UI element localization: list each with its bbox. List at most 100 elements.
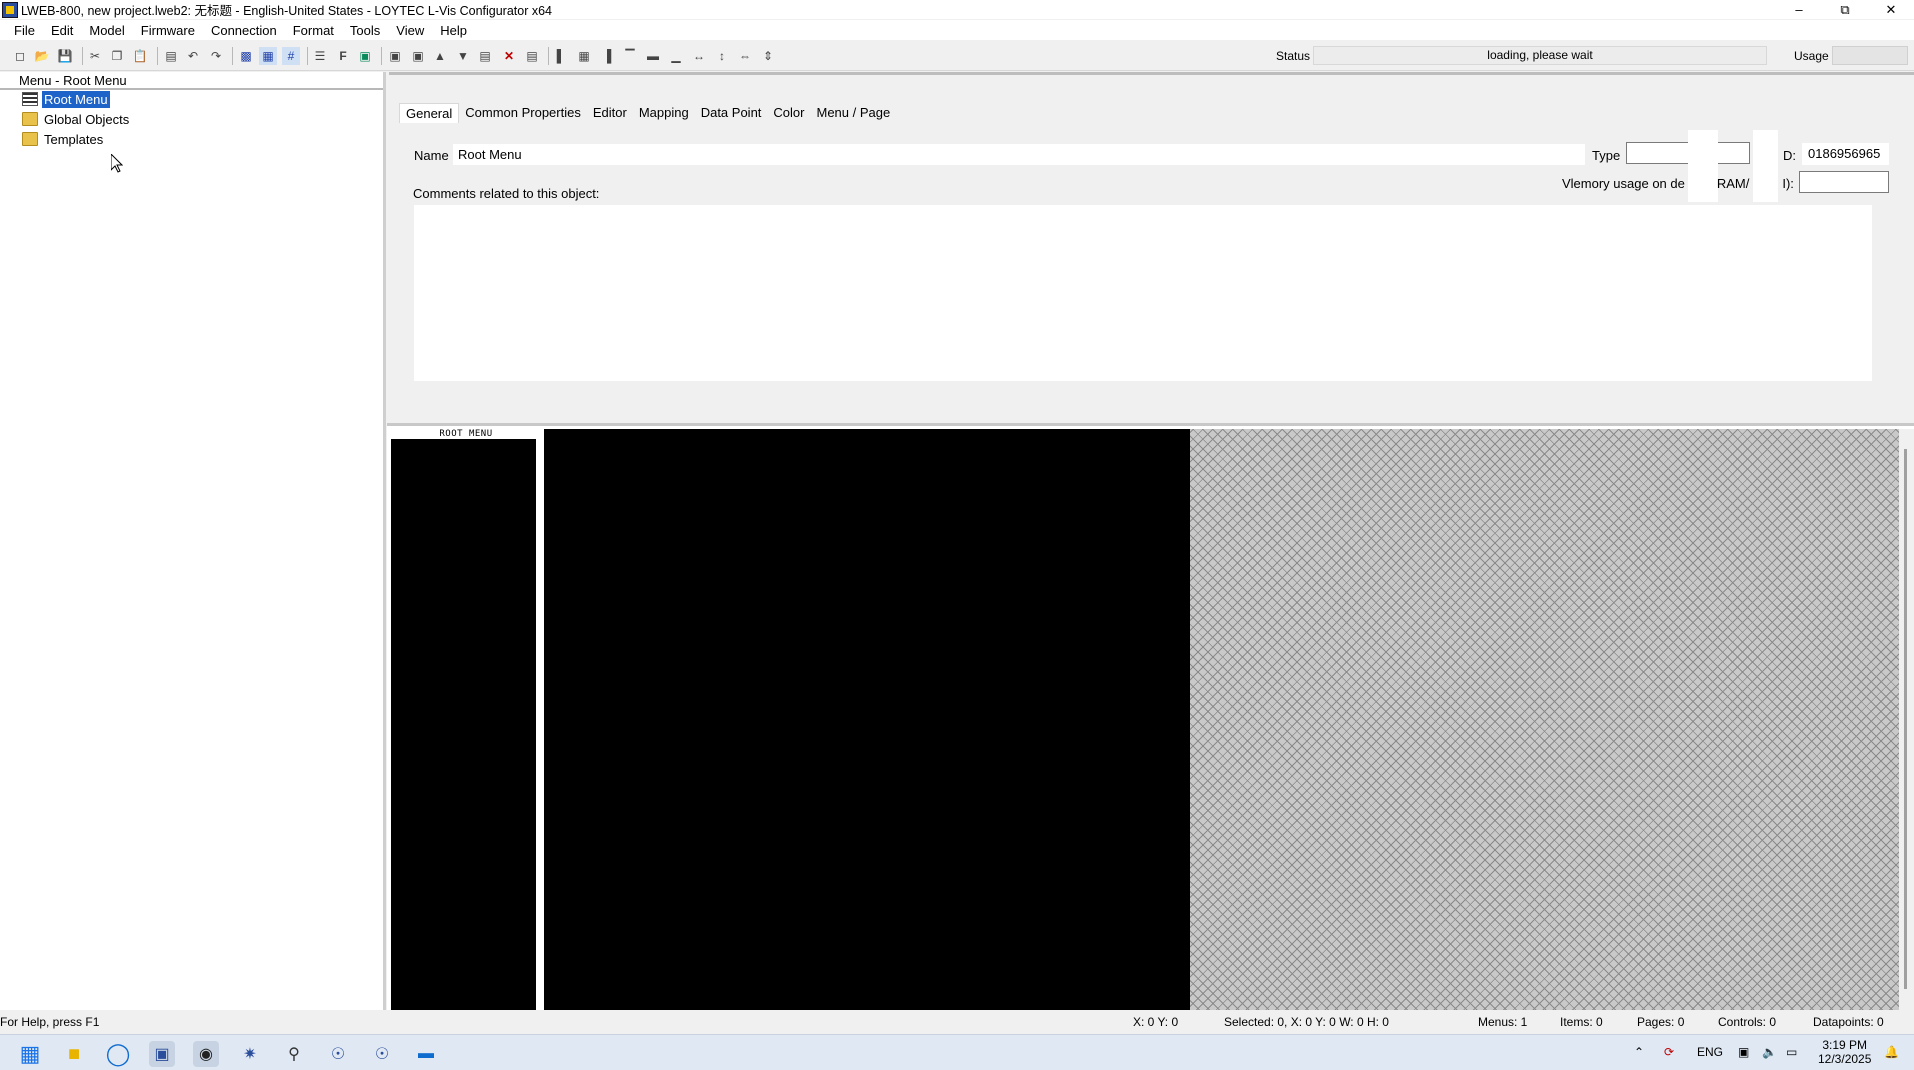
comments-label: Comments related to this object: bbox=[413, 186, 600, 201]
save-icon[interactable]: 💾 bbox=[56, 47, 74, 65]
same-height-icon[interactable]: ↕ bbox=[713, 47, 731, 65]
tray-language[interactable]: ENG bbox=[1697, 1045, 1723, 1059]
network-tool-icon[interactable]: ✷ bbox=[237, 1041, 263, 1067]
id-field[interactable]: 0186956965 bbox=[1802, 143, 1889, 165]
tray-network-icon[interactable]: ▣ bbox=[1738, 1045, 1749, 1059]
same-size-icon[interactable]: ▁ bbox=[667, 47, 685, 65]
align-base-icon[interactable]: ▤ bbox=[476, 47, 494, 65]
menus-count: Menus: 1 bbox=[1478, 1015, 1528, 1029]
menu-help[interactable]: Help bbox=[432, 23, 475, 38]
align-center-icon[interactable]: ▦ bbox=[575, 47, 593, 65]
menu-panel-body[interactable] bbox=[391, 439, 536, 1011]
move-back-icon[interactable]: ▣ bbox=[386, 47, 404, 65]
align-bottom-icon[interactable]: ▤ bbox=[523, 47, 541, 65]
tree-item-global-objects[interactable]: Global Objects bbox=[22, 110, 131, 128]
align-left-icon[interactable]: ▌ bbox=[552, 47, 570, 65]
globe-app-2-icon[interactable]: ☉ bbox=[369, 1041, 395, 1067]
terminal-icon[interactable]: ▬ bbox=[413, 1041, 439, 1067]
close-icon[interactable]: ✕ bbox=[1868, 0, 1914, 19]
controls-count: Controls: 0 bbox=[1718, 1015, 1777, 1029]
notification-icon[interactable]: 🔔 bbox=[1884, 1045, 1899, 1059]
tree-item-templates[interactable]: Templates bbox=[22, 130, 105, 148]
tab-common-properties[interactable]: Common Properties bbox=[459, 103, 587, 123]
font-icon[interactable]: F bbox=[334, 47, 352, 65]
pages-count: Pages: 0 bbox=[1637, 1015, 1685, 1029]
menu-format[interactable]: Format bbox=[285, 23, 342, 38]
align-top-icon[interactable]: ▔ bbox=[621, 47, 639, 65]
move-front-icon[interactable]: ▣ bbox=[409, 47, 427, 65]
menu-file[interactable]: File bbox=[6, 23, 43, 38]
align-menu-icon[interactable]: ☰ bbox=[311, 47, 329, 65]
overlay-mask bbox=[1753, 130, 1778, 202]
new-file-icon[interactable]: ◻ bbox=[11, 47, 29, 65]
copy-icon[interactable]: ❐ bbox=[108, 47, 126, 65]
edge-browser-icon[interactable]: ◯ bbox=[105, 1041, 131, 1067]
tree-item-root-menu[interactable]: Root Menu bbox=[22, 90, 110, 108]
windows-start-icon[interactable]: ▦ bbox=[17, 1041, 43, 1067]
globe-app-icon[interactable]: ☉ bbox=[325, 1041, 351, 1067]
minimize-icon[interactable]: – bbox=[1776, 0, 1822, 19]
tray-volume-icon[interactable]: 🔈 bbox=[1762, 1045, 1777, 1059]
menu-icon bbox=[22, 92, 38, 106]
taskbar-clock[interactable]: 3:19 PM 12/3/2025 bbox=[1818, 1038, 1871, 1066]
image-icon[interactable]: ▣ bbox=[356, 47, 374, 65]
paste-icon[interactable]: 📋 bbox=[131, 47, 149, 65]
paste-special-icon[interactable]: ▤ bbox=[162, 47, 180, 65]
same-width-icon[interactable]: ↔ bbox=[690, 47, 708, 65]
tray-sync-icon[interactable]: ⟳ bbox=[1664, 1045, 1674, 1059]
restore-icon[interactable]: ⧉ bbox=[1822, 0, 1868, 19]
window-title: LWEB-800, new project.lweb2: 无标题 - Engli… bbox=[21, 4, 553, 18]
hash-grid-icon[interactable]: # bbox=[282, 47, 300, 65]
tray-battery-icon[interactable]: ▭ bbox=[1786, 1045, 1797, 1059]
menu-model[interactable]: Model bbox=[81, 23, 132, 38]
cursor-coords: X: 0 Y: 0 bbox=[1133, 1015, 1179, 1029]
status-label: Status bbox=[1276, 49, 1311, 63]
memory-usage-field[interactable] bbox=[1799, 171, 1889, 193]
undo-icon[interactable]: ↶ bbox=[184, 47, 202, 65]
editor-canvas-area: ROOT MENU bbox=[387, 423, 1914, 1011]
comments-textarea[interactable] bbox=[414, 205, 1872, 381]
tab-color[interactable]: Color bbox=[767, 103, 810, 123]
align-right-icon[interactable]: ▐ bbox=[598, 47, 616, 65]
design-canvas[interactable] bbox=[544, 429, 1190, 1011]
cut-icon[interactable]: ✂ bbox=[86, 47, 104, 65]
name-field[interactable]: Root Menu bbox=[453, 144, 1585, 165]
file-explorer-icon[interactable]: ■ bbox=[61, 1041, 87, 1067]
grid-icon[interactable]: ▦ bbox=[259, 47, 277, 65]
tab-mapping[interactable]: Mapping bbox=[633, 103, 695, 123]
root-menu-panel[interactable]: ROOT MENU bbox=[391, 429, 541, 1011]
menu-view[interactable]: View bbox=[388, 23, 432, 38]
name-label: Name bbox=[414, 148, 449, 163]
vertical-scrollbar[interactable] bbox=[1899, 429, 1914, 1011]
tray-overflow-icon[interactable]: ⌃ bbox=[1634, 1045, 1644, 1059]
tab-menu-page[interactable]: Menu / Page bbox=[810, 103, 896, 123]
delete-icon[interactable]: ✕ bbox=[500, 47, 518, 65]
app-icon[interactable] bbox=[2, 1, 18, 18]
tree-item-label: Templates bbox=[44, 131, 104, 147]
layer-icon[interactable]: ▩ bbox=[237, 47, 255, 65]
menu-connection[interactable]: Connection bbox=[203, 23, 285, 38]
lvis-app-icon[interactable]: ▣ bbox=[149, 1041, 175, 1067]
tab-editor[interactable]: Editor bbox=[587, 103, 633, 123]
taskbar: ▦ ■ ◯ ▣ ◉ ✷ ⚲ ☉ ☉ ▬ ⌃ ⟳ ENG ▣ 🔈 ▭ 3:19 P… bbox=[0, 1034, 1914, 1070]
search-tool-icon[interactable]: ⚲ bbox=[281, 1041, 307, 1067]
send-down-icon[interactable]: ▼ bbox=[454, 47, 472, 65]
folder-icon bbox=[22, 132, 38, 146]
tab-general[interactable]: General bbox=[399, 103, 460, 123]
title-bar: LWEB-800, new project.lweb2: 无标题 - Engli… bbox=[0, 0, 1914, 19]
space-horizontal-icon[interactable]: ⇔ bbox=[736, 47, 754, 65]
open-icon[interactable]: 📂 bbox=[33, 47, 51, 65]
lvis-configurator-icon[interactable]: ◉ bbox=[193, 1041, 219, 1067]
menu-edit[interactable]: Edit bbox=[43, 23, 81, 38]
space-vertical-icon[interactable]: ⇕ bbox=[759, 47, 777, 65]
redo-icon[interactable]: ↷ bbox=[207, 47, 225, 65]
menu-panel-title: ROOT MENU bbox=[439, 429, 493, 439]
menu-firmware[interactable]: Firmware bbox=[133, 23, 203, 38]
align-middle-icon[interactable]: ▬ bbox=[644, 47, 662, 65]
tab-data-point[interactable]: Data Point bbox=[695, 103, 768, 123]
tree-item-label: Root Menu bbox=[42, 90, 110, 108]
bring-up-icon[interactable]: ▲ bbox=[431, 47, 449, 65]
usage-label: Usage bbox=[1794, 49, 1829, 63]
scrollbar-thumb[interactable] bbox=[1904, 449, 1907, 989]
menu-tools[interactable]: Tools bbox=[342, 23, 388, 38]
